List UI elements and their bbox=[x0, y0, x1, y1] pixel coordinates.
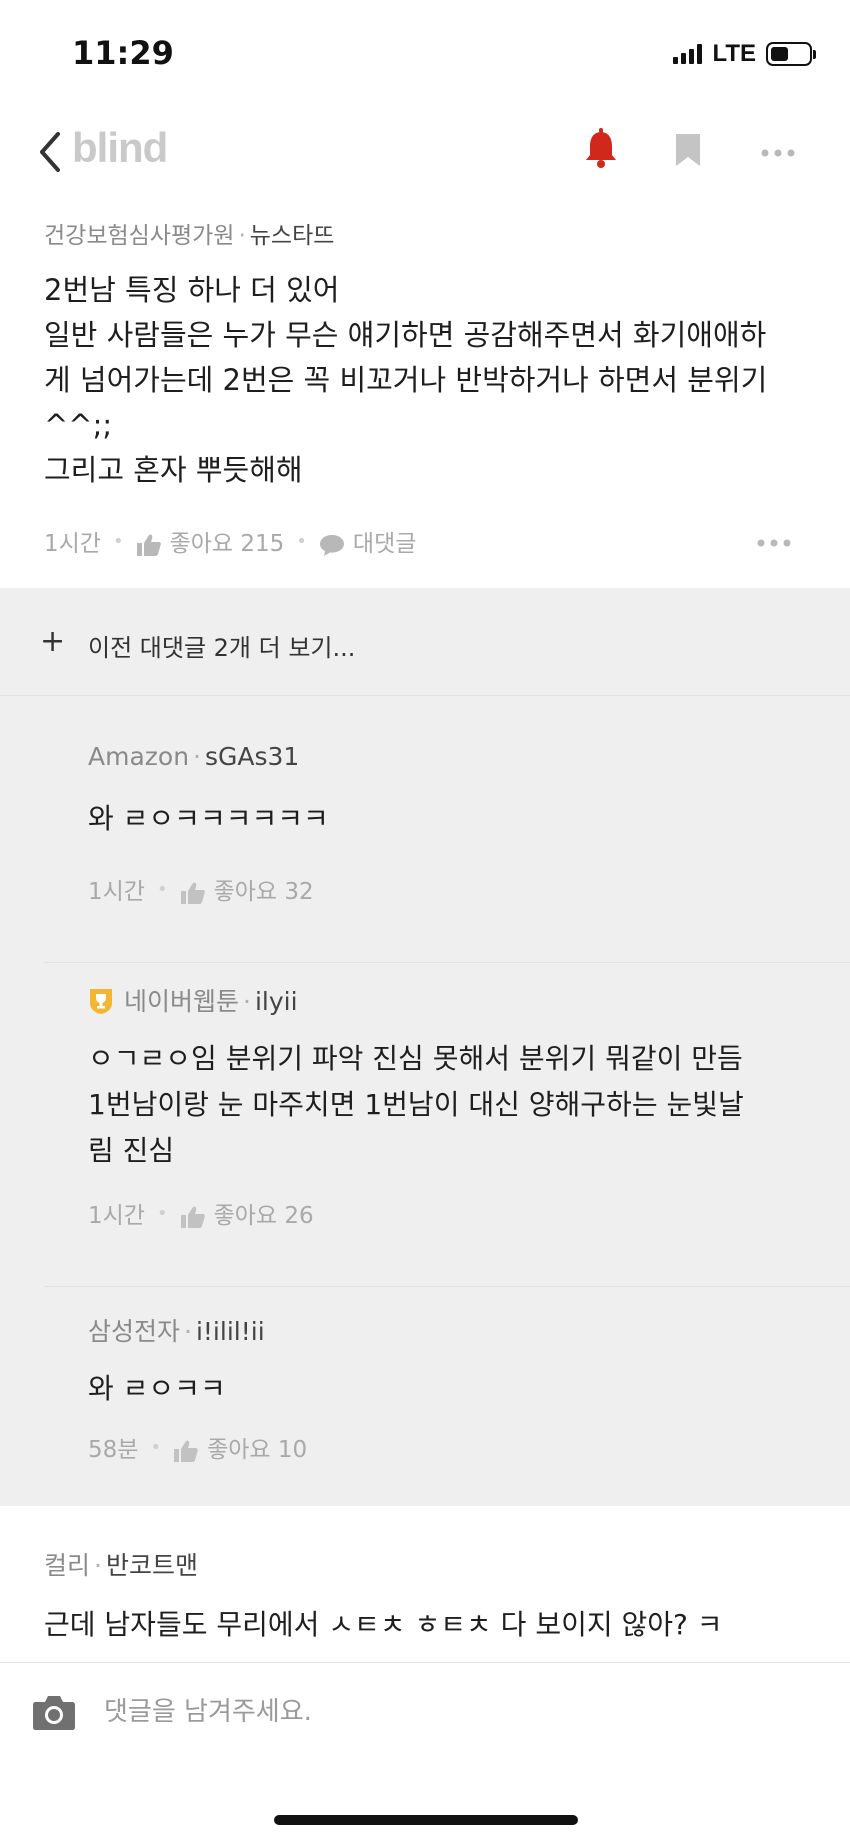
nickname[interactable]: ilyii bbox=[255, 987, 298, 1016]
comment-input[interactable] bbox=[104, 1689, 804, 1735]
reply-time: 1시간 bbox=[88, 1203, 145, 1229]
more-icon[interactable] bbox=[760, 148, 796, 158]
app-logo[interactable]: blind bbox=[72, 124, 168, 172]
status-bar: 11:29 LTE bbox=[0, 0, 850, 100]
like-count: 좋아요 32 bbox=[213, 879, 314, 905]
network-label: LTE bbox=[712, 40, 756, 67]
comment-time: 1시간 bbox=[44, 531, 101, 557]
plus-icon: + bbox=[40, 624, 66, 659]
status-time: 11:29 bbox=[72, 34, 174, 72]
comment-body: 2번남 특징 하나 더 있어 일반 사람들은 누가 무슨 얘기하면 공감해주면서… bbox=[44, 273, 768, 487]
like-button[interactable]: 좋아요 32 bbox=[180, 872, 314, 906]
reply-item: 삼성전자 · i!ilil!ii 와 ㄹㅇㅋㅋ 58분 • 좋아요 10 bbox=[44, 1312, 850, 1502]
load-more-label: 이전 대댓글 2개 더 보기... bbox=[88, 634, 356, 662]
reply-actions: 58분 • 좋아요 10 bbox=[88, 1430, 307, 1464]
comment-input-bar bbox=[0, 1662, 850, 1840]
reply-meta: 네이버웹툰 · ilyii bbox=[88, 982, 298, 1018]
comment-body: 근데 남자들도 무리에서 ㅅㅌㅊ ㅎㅌㅊ 다 보이지 않아? ㅋ bbox=[44, 1608, 723, 1641]
next-comment: 컬리 · 반코트맨 근데 남자들도 무리에서 ㅅㅌㅊ ㅎㅌㅊ 다 보이지 않아? ㅋ bbox=[0, 1506, 850, 1666]
like-count: 좋아요 215 bbox=[169, 531, 285, 557]
company-name: 네이버웹툰 bbox=[124, 987, 240, 1016]
reply-body: 와 ㄹㅇㅋㅋ bbox=[88, 1372, 226, 1405]
camera-icon[interactable] bbox=[32, 1693, 76, 1731]
back-chevron-icon[interactable] bbox=[34, 128, 70, 176]
top-nav: blind bbox=[0, 110, 850, 194]
nickname[interactable]: i!ilil!ii bbox=[196, 1317, 265, 1346]
company-name: 삼성전자 bbox=[88, 1317, 181, 1346]
load-previous-replies-button[interactable]: + 이전 대댓글 2개 더 보기... bbox=[0, 588, 850, 696]
nickname[interactable]: sGAs31 bbox=[205, 742, 299, 771]
divider bbox=[44, 962, 850, 963]
status-indicators: LTE bbox=[673, 40, 816, 68]
thumbs-up-icon bbox=[174, 1440, 198, 1462]
divider bbox=[44, 1286, 850, 1287]
reply-meta: Amazon · sGAs31 bbox=[88, 742, 300, 771]
comment-more-icon[interactable] bbox=[756, 538, 792, 548]
company-name: 컬리 bbox=[44, 1551, 91, 1580]
meta-separator: · bbox=[238, 223, 246, 249]
reply-body: 와 ㄹㅇㅋㅋㅋㅋㅋㅋ bbox=[88, 802, 329, 835]
reply-actions: 1시간 • 좋아요 26 bbox=[88, 1196, 314, 1230]
main-comment: 건강보험심사평가원 · 뉴스타뜨 2번남 특징 하나 더 있어 일반 사람들은 누가… bbox=[0, 208, 850, 588]
bookmark-icon[interactable] bbox=[674, 132, 702, 168]
nickname[interactable]: 반코트맨 bbox=[106, 1551, 198, 1580]
reply-time: 1시간 bbox=[88, 879, 145, 905]
battery-icon bbox=[766, 42, 816, 66]
bell-icon[interactable] bbox=[583, 128, 619, 170]
reply-item: Amazon · sGAs31 와 ㄹㅇㅋㅋㅋㅋㅋㅋ 1시간 • 좋아요 32 bbox=[44, 742, 850, 963]
speech-bubble-icon bbox=[319, 534, 344, 556]
home-indicator bbox=[274, 1815, 578, 1825]
comment-actions: 1시간 • 좋아요 215 • 대댓글 bbox=[44, 524, 416, 558]
reply-label: 대댓글 bbox=[352, 531, 417, 557]
trophy-badge-icon bbox=[90, 989, 112, 1014]
thumbs-up-icon bbox=[136, 534, 161, 556]
reply-item: 네이버웹툰 · ilyii ㅇㄱㄹㅇ임 분위기 파악 진심 못해서 분위기 뭐같이 … bbox=[44, 982, 850, 1287]
like-button[interactable]: 좋아요 26 bbox=[180, 1196, 314, 1230]
comment-meta: 컬리 · 반코트맨 bbox=[44, 1551, 198, 1580]
comment-meta: 건강보험심사평가원 · 뉴스타뜨 bbox=[44, 216, 334, 250]
company-name: 건강보험심사평가원 bbox=[44, 223, 235, 249]
like-count: 좋아요 26 bbox=[213, 1203, 314, 1229]
reply-meta: 삼성전자 · i!ilil!ii bbox=[88, 1317, 265, 1346]
reply-body: ㅇㄱㄹㅇ임 분위기 파악 진심 못해서 분위기 뭐같이 만듬 1번남이랑 눈 마… bbox=[88, 1042, 744, 1167]
reply-button[interactable]: 대댓글 bbox=[319, 524, 416, 558]
reply-actions: 1시간 • 좋아요 32 bbox=[88, 872, 314, 906]
replies-section: + 이전 대댓글 2개 더 보기... Amazon · sGAs31 와 ㄹㅇㅋㅋ… bbox=[0, 588, 850, 1506]
nickname[interactable]: 뉴스타뜨 bbox=[250, 223, 335, 249]
like-button[interactable]: 좋아요 215 bbox=[136, 524, 285, 558]
signal-icon bbox=[673, 44, 703, 64]
thumbs-up-icon bbox=[180, 882, 205, 904]
reply-time: 58분 bbox=[88, 1437, 139, 1463]
thumbs-up-icon bbox=[180, 1206, 205, 1228]
like-button[interactable]: 좋아요 10 bbox=[173, 1430, 307, 1464]
like-count: 좋아요 10 bbox=[207, 1437, 308, 1463]
company-name: Amazon bbox=[88, 742, 190, 771]
